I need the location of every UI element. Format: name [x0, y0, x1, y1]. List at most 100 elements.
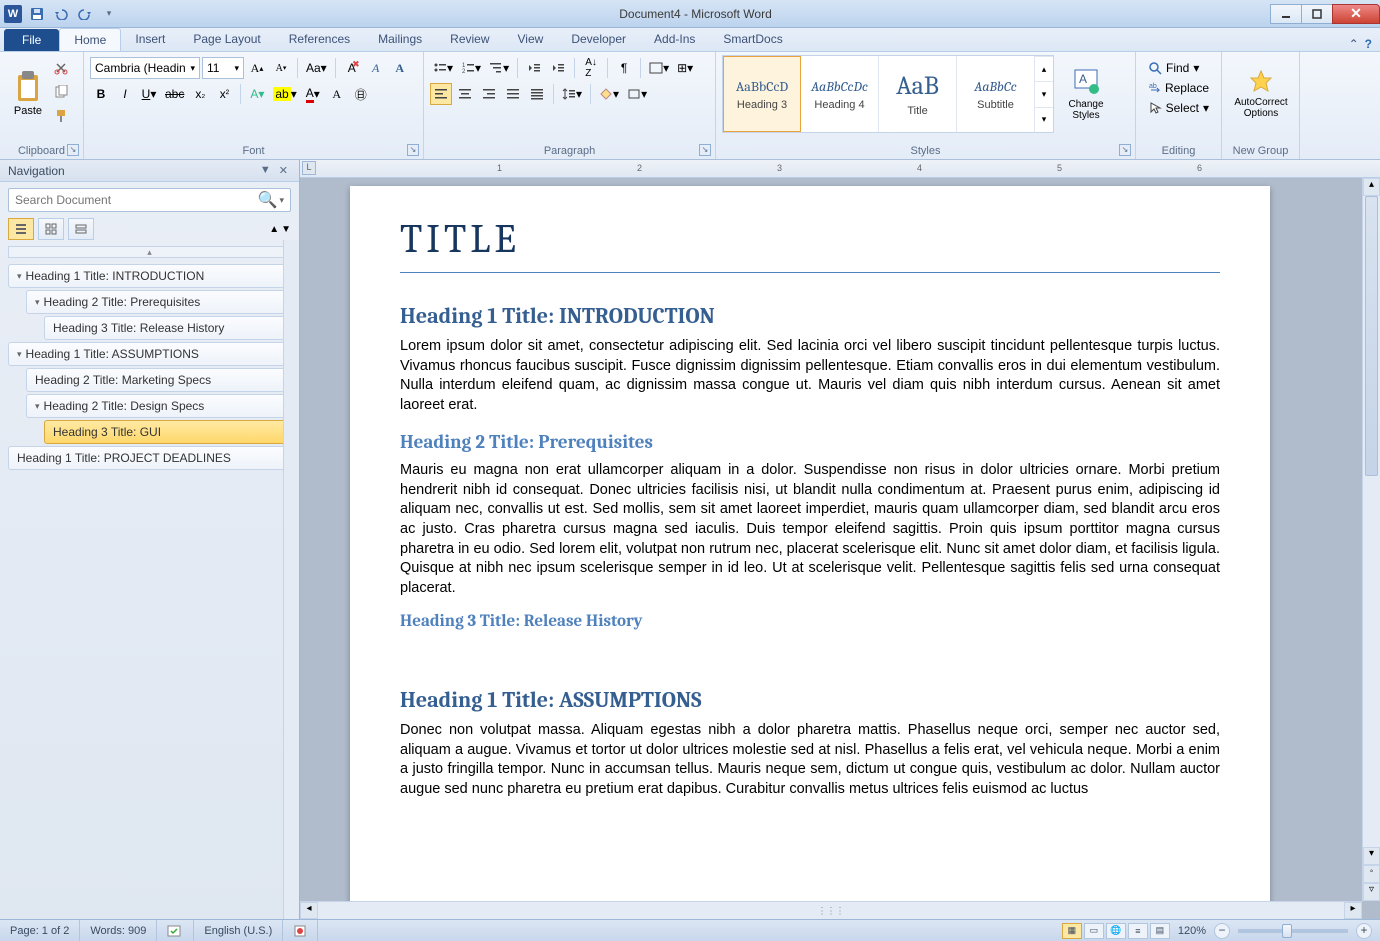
bold-button[interactable]: B	[90, 83, 112, 105]
horizontal-ruler[interactable]: L 123456	[300, 160, 1380, 178]
multilevel-list-icon[interactable]: ▾	[486, 57, 512, 79]
expand-icon[interactable]: ▾	[35, 297, 40, 308]
paragraph-dialog-launcher[interactable]: ↘	[699, 144, 711, 156]
status-language[interactable]: English (U.S.)	[194, 920, 283, 941]
tab-selector[interactable]: L	[302, 161, 316, 175]
zoom-level[interactable]: 120%	[1178, 925, 1206, 937]
styles-dialog-launcher[interactable]: ↘	[1119, 144, 1131, 156]
status-words[interactable]: Words: 909	[80, 920, 157, 941]
enclose-chars-icon[interactable]: ㊐	[350, 83, 372, 105]
scroll-down-button[interactable]: ▾	[1363, 847, 1380, 865]
font-size-combo[interactable]: 11▾	[202, 57, 244, 79]
grow-font-icon[interactable]: A▴	[246, 57, 268, 79]
close-button[interactable]: ✕	[1332, 4, 1380, 24]
ribbon-minimize-icon[interactable]: ⌃	[1349, 37, 1359, 51]
find-button[interactable]: Find ▾	[1142, 59, 1215, 77]
zoom-in-button[interactable]: +	[1356, 923, 1372, 939]
tab-developer[interactable]: Developer	[557, 28, 640, 51]
superscript-button[interactable]: x²	[213, 83, 235, 105]
nav-tab-results[interactable]	[68, 218, 94, 240]
nav-tab-pages[interactable]	[38, 218, 64, 240]
next-page-button[interactable]: ▿	[1363, 883, 1380, 901]
nav-item[interactable]: ▾Heading 1 Title: ASSUMPTIONS	[8, 342, 291, 366]
horizontal-scrollbar[interactable]: ◂ ⋮⋮⋮ ▸	[300, 901, 1362, 919]
help-icon[interactable]: ?	[1365, 37, 1372, 51]
nav-tab-headings[interactable]	[8, 218, 34, 240]
style-title[interactable]: AaBTitle	[879, 56, 957, 132]
heading-h1[interactable]: Heading 1 Title: ASSUMPTIONS	[400, 687, 1220, 713]
maximize-button[interactable]	[1301, 4, 1333, 24]
redo-icon[interactable]	[74, 4, 96, 24]
nav-tree-top-button[interactable]: ▴	[8, 246, 291, 258]
line-spacing-icon[interactable]: ▾	[559, 83, 585, 105]
scroll-right-button[interactable]: ▸	[1344, 902, 1362, 919]
font-dialog-launcher[interactable]: ↘	[407, 144, 419, 156]
status-page[interactable]: Page: 1 of 2	[0, 920, 80, 941]
cut-icon[interactable]	[50, 57, 72, 79]
tab-page-layout[interactable]: Page Layout	[179, 28, 274, 51]
zoom-slider[interactable]	[1238, 929, 1348, 933]
vertical-scrollbar[interactable]: ▴ ▾ ◦ ▿	[1362, 178, 1380, 901]
nav-item[interactable]: ▾Heading 2 Title: Prerequisites	[26, 290, 291, 314]
nav-item[interactable]: ▾Heading 2 Title: Design Specs	[26, 394, 291, 418]
shading-icon[interactable]: ▾	[596, 83, 622, 105]
decrease-indent-icon[interactable]	[523, 57, 545, 79]
scroll-left-button[interactable]: ◂	[300, 902, 318, 919]
align-right-button[interactable]	[478, 83, 500, 105]
nav-item[interactable]: ▾Heading 1 Title: INTRODUCTION	[8, 264, 291, 288]
tab-home[interactable]: Home	[59, 28, 121, 51]
autocorrect-button[interactable]: AutoCorrect Options	[1228, 55, 1294, 133]
style-heading-3[interactable]: AaBbCcDHeading 3	[723, 56, 801, 132]
view-outline[interactable]: ≡	[1128, 923, 1148, 939]
tab-review[interactable]: Review	[436, 28, 503, 51]
paste-button[interactable]: Paste	[6, 55, 50, 133]
document-title[interactable]: TITLE	[400, 216, 1220, 273]
style-heading-4[interactable]: AaBbCcDcHeading 4	[801, 56, 879, 132]
nav-search-box[interactable]: 🔍▾	[8, 188, 291, 212]
font-name-combo[interactable]: Cambria (Headin▾	[90, 57, 200, 79]
format-painter-icon[interactable]	[50, 105, 72, 127]
highlight-icon[interactable]: ab▾	[270, 83, 299, 105]
bullets-icon[interactable]: ▾	[430, 57, 456, 79]
change-styles-button[interactable]: A Change Styles	[1058, 55, 1114, 133]
tab-view[interactable]: View	[504, 28, 558, 51]
view-draft[interactable]: ▤	[1150, 923, 1170, 939]
font-color-icon[interactable]: A▾	[302, 83, 324, 105]
nav-item[interactable]: Heading 1 Title: PROJECT DEADLINES	[8, 446, 291, 470]
tab-mailings[interactable]: Mailings	[364, 28, 436, 51]
shrink-font-icon[interactable]: A▾	[270, 57, 292, 79]
document-scroll[interactable]: TITLE Heading 1 Title: INTRODUCTIONLorem…	[300, 178, 1380, 919]
page[interactable]: TITLE Heading 1 Title: INTRODUCTIONLorem…	[350, 186, 1270, 919]
char-style-1-icon[interactable]: A	[365, 57, 387, 79]
view-web-layout[interactable]: 🌐	[1106, 923, 1126, 939]
nav-item[interactable]: Heading 3 Title: GUI	[44, 420, 291, 444]
nav-next-icon[interactable]: ▼	[281, 224, 291, 235]
show-marks-icon[interactable]: ¶	[613, 57, 635, 79]
tab-references[interactable]: References	[275, 28, 364, 51]
nav-close-icon[interactable]: ✕	[276, 164, 291, 177]
expand-icon[interactable]: ▾	[17, 271, 22, 282]
qat-customize-icon[interactable]: ▾	[98, 4, 120, 24]
style-subtitle[interactable]: AaBbCcSubtitle	[957, 56, 1035, 132]
paragraph[interactable]: Lorem ipsum dolor sit amet, consectetur …	[400, 337, 1220, 415]
minimize-button[interactable]	[1270, 4, 1302, 24]
clear-formatting-icon[interactable]: A✖	[341, 57, 363, 79]
status-macro-icon[interactable]	[283, 920, 318, 941]
copy-icon[interactable]	[50, 81, 72, 103]
char-shading-icon[interactable]: A	[326, 83, 348, 105]
undo-icon[interactable]	[50, 4, 72, 24]
asian-layout-icon[interactable]: ▾	[646, 57, 672, 79]
tab-file[interactable]: File	[4, 29, 59, 51]
increase-indent-icon[interactable]	[547, 57, 569, 79]
align-left-button[interactable]	[430, 83, 452, 105]
nav-prev-icon[interactable]: ▲	[269, 224, 279, 235]
italic-button[interactable]: I	[114, 83, 136, 105]
expand-icon[interactable]: ▾	[17, 349, 22, 360]
heading-h2[interactable]: Heading 2 Title: Prerequisites	[400, 431, 1220, 453]
heading-h3[interactable]: Heading 3 Title: Release History	[400, 612, 1220, 631]
change-case-icon[interactable]: Aa▾	[303, 57, 330, 79]
text-effects-icon[interactable]: A▾	[246, 83, 268, 105]
status-proofing-icon[interactable]	[157, 920, 194, 941]
subscript-button[interactable]: x₂	[189, 83, 211, 105]
nav-search-input[interactable]	[15, 193, 258, 207]
